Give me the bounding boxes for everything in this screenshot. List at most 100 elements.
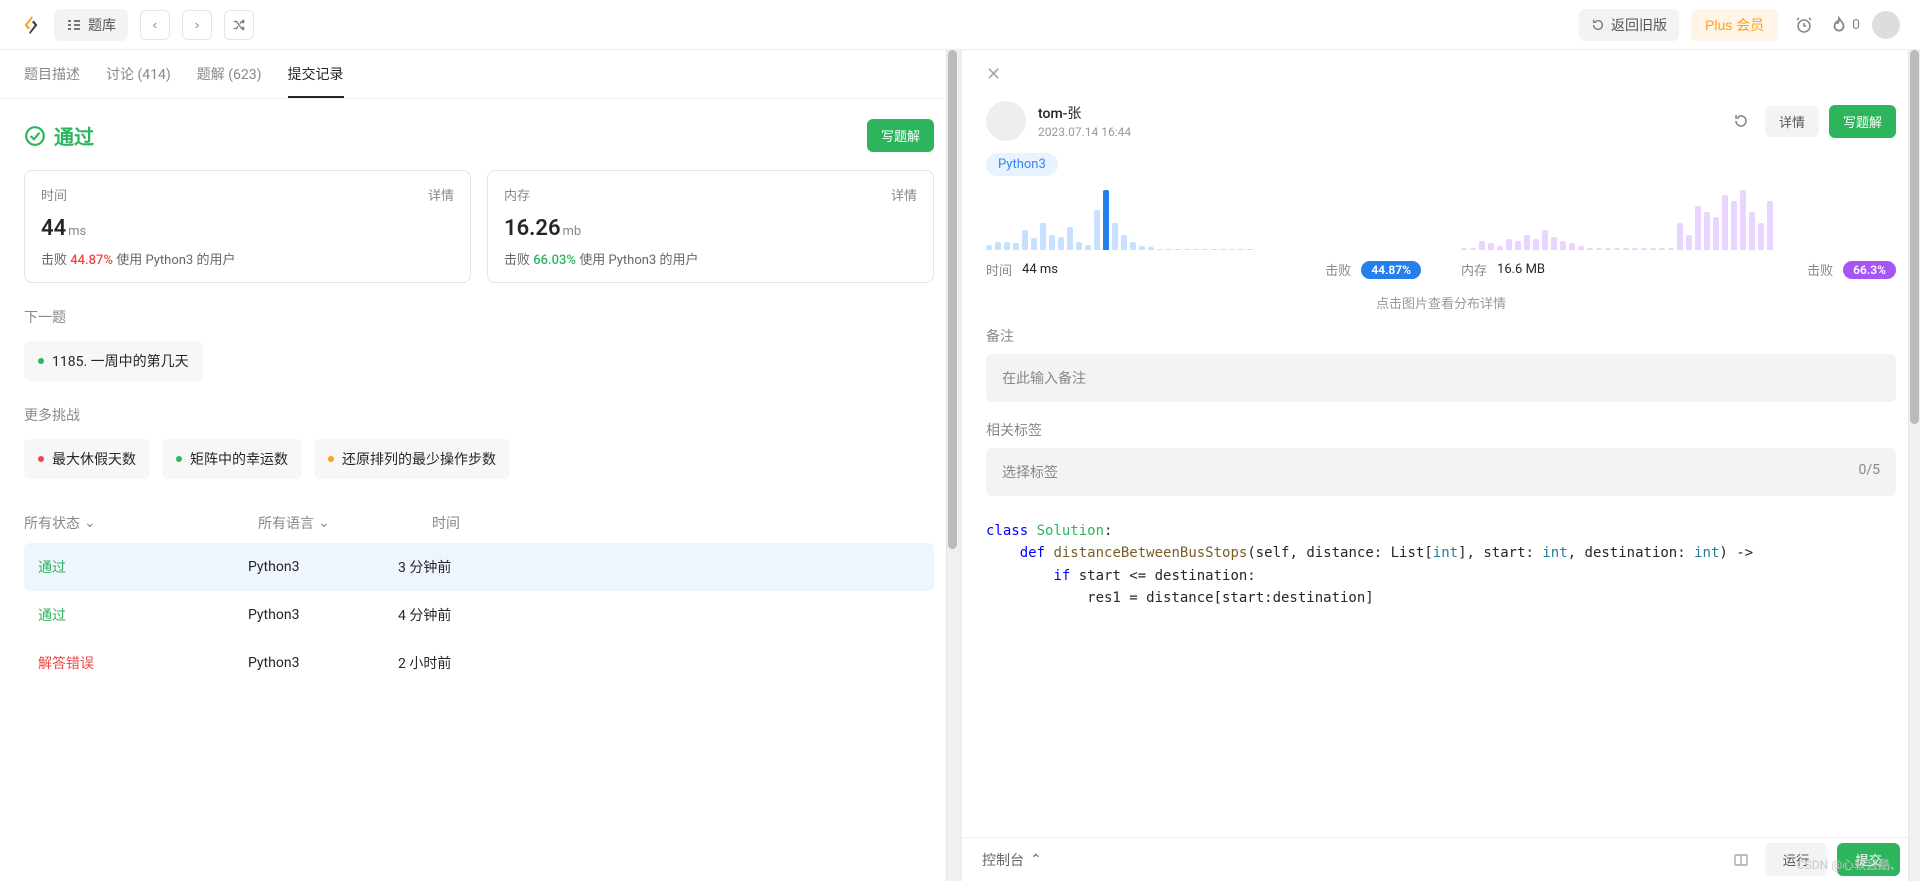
tab-discuss[interactable]: 讨论 (414)	[106, 64, 171, 98]
chart-bar	[1112, 223, 1118, 250]
chart-bar	[1758, 223, 1764, 250]
chart-bar	[1040, 223, 1046, 250]
chart-bar	[1650, 248, 1656, 250]
layout-button[interactable]	[1727, 846, 1755, 874]
scrollbar[interactable]	[946, 50, 958, 881]
chevron-left-icon: ‹	[153, 17, 157, 32]
bottom-bar: 控制台 ⌃ 运行 提交	[962, 837, 1920, 881]
submission-time: 2023.07.14 16:44	[1038, 125, 1715, 139]
user-avatar[interactable]	[1872, 11, 1900, 39]
chart-bar	[1085, 245, 1091, 250]
timer-button[interactable]	[1790, 11, 1818, 39]
submission-username[interactable]: tom-张	[1038, 103, 1715, 123]
chart-bar	[1587, 248, 1593, 250]
chart-time-value: 44 ms	[1022, 262, 1058, 277]
filter-status[interactable]: 所有状态 ⌄	[24, 513, 234, 533]
language-tag[interactable]: Python3	[986, 153, 1058, 176]
chevron-down-icon: ⌄	[84, 515, 96, 531]
row-time: 3 分钟前	[398, 557, 451, 577]
chart-bar	[1749, 212, 1755, 250]
tags-label: 相关标签	[962, 420, 1920, 440]
filter-lang[interactable]: 所有语言 ⌄	[258, 513, 408, 533]
memory-chart[interactable]: 内存 16.6 MB 击败 66.3%	[1461, 190, 1896, 279]
chart-bar	[1058, 237, 1064, 250]
chart-bar	[1067, 227, 1073, 250]
scrollbar[interactable]	[1908, 50, 1920, 881]
left-pane: 题目描述 讨论 (414) 题解 (623) 提交记录 通过 写题解 时间详情 …	[0, 50, 962, 881]
notes-input[interactable]: 在此输入备注	[986, 354, 1896, 402]
streak-counter[interactable]: 0	[1830, 16, 1860, 34]
next-button[interactable]: ›	[182, 10, 212, 40]
memory-value: 16.26	[504, 216, 561, 241]
challenge-chip-3[interactable]: 还原排列的最少操作步数	[314, 439, 510, 479]
notes-label: 备注	[962, 326, 1920, 346]
runtime-beat-pct: 44.87%	[70, 253, 113, 268]
write-solution-button[interactable]: 写题解	[867, 119, 934, 152]
tags-input[interactable]: 选择标签0/5	[986, 448, 1896, 496]
plus-button[interactable]: Plus 会员	[1691, 9, 1778, 41]
chart-bar	[1506, 239, 1512, 250]
submission-avatar[interactable]	[986, 101, 1026, 141]
prev-button[interactable]: ‹	[140, 10, 170, 40]
next-problem-label: 1185. 一周中的第几天	[52, 351, 189, 371]
chart-hint: 点击图片查看分布详情	[962, 293, 1920, 312]
chevron-right-icon: ›	[195, 17, 199, 32]
memory-unit: mb	[563, 224, 582, 239]
console-toggle[interactable]: 控制台 ⌃	[982, 850, 1042, 870]
table-row[interactable]: 通过Python33 分钟前	[24, 543, 934, 591]
chart-bar	[1551, 237, 1557, 250]
chart-bar	[1175, 249, 1181, 250]
memory-details-link[interactable]: 详情	[891, 185, 917, 204]
chart-bar	[1578, 246, 1584, 250]
table-row[interactable]: 解答错误Python32 小时前	[24, 639, 934, 687]
chart-bar	[1049, 235, 1055, 250]
chart-bar	[1220, 249, 1226, 250]
memory-card[interactable]: 内存详情 16.26mb 击败 66.03% 使用 Python3 的用户	[487, 170, 934, 283]
write-solution-button-right[interactable]: 写题解	[1829, 105, 1896, 138]
chart-bar	[1121, 235, 1127, 250]
chart-bar	[1614, 248, 1620, 250]
dot-icon	[38, 456, 44, 462]
runtime-card[interactable]: 时间详情 44ms 击败 44.87% 使用 Python3 的用户	[24, 170, 471, 283]
challenge-chip-1[interactable]: 最大休假天数	[24, 439, 150, 479]
row-status: 通过	[38, 557, 248, 577]
chart-bar	[1157, 249, 1163, 250]
close-button[interactable]: ✕	[986, 64, 1001, 85]
runtime-value: 44	[41, 216, 66, 241]
challenge-chip-2[interactable]: 矩阵中的幸运数	[162, 439, 302, 479]
list-icon	[66, 17, 82, 33]
back-old-label: 返回旧版	[1611, 15, 1667, 35]
tab-submissions[interactable]: 提交记录	[288, 64, 344, 98]
chart-bar	[1713, 217, 1719, 250]
runtime-unit: ms	[68, 224, 86, 239]
problemset-button[interactable]: 题库	[54, 9, 128, 41]
runtime-chart[interactable]: 时间 44 ms 击败 44.87%	[986, 190, 1421, 279]
refresh-button[interactable]	[1727, 107, 1755, 135]
chart-bar	[1004, 242, 1010, 250]
tab-description[interactable]: 题目描述	[24, 64, 80, 98]
chart-bar	[1193, 249, 1199, 250]
table-row[interactable]: 通过Python34 分钟前	[24, 591, 934, 639]
memory-percent-badge: 66.3%	[1843, 261, 1896, 279]
next-title: 下一题	[24, 307, 934, 327]
runtime-percent-badge: 44.87%	[1361, 261, 1421, 279]
leetcode-logo	[20, 14, 42, 36]
chart-bar	[1677, 223, 1683, 250]
chart-bar	[1605, 248, 1611, 250]
chart-bar	[1184, 249, 1190, 250]
chart-bar	[1094, 210, 1100, 250]
row-time: 4 分钟前	[398, 605, 451, 625]
chart-bar	[1031, 238, 1037, 250]
chart-bar	[1497, 246, 1503, 250]
chart-bar	[1470, 248, 1476, 250]
next-problem-chip[interactable]: 1185. 一周中的第几天	[24, 341, 203, 381]
row-time: 2 小时前	[398, 653, 451, 673]
runtime-details-link[interactable]: 详情	[428, 185, 454, 204]
row-status: 解答错误	[38, 653, 248, 673]
random-button[interactable]	[224, 10, 254, 40]
back-old-button[interactable]: 返回旧版	[1579, 9, 1679, 41]
submissions-table-head: 所有状态 ⌄ 所有语言 ⌄ 时间	[24, 503, 934, 543]
details-button[interactable]: 详情	[1765, 106, 1819, 137]
tab-solutions[interactable]: 题解 (623)	[197, 64, 262, 98]
topbar: 题库 ‹ › 返回旧版 Plus 会员 0	[0, 0, 1920, 50]
